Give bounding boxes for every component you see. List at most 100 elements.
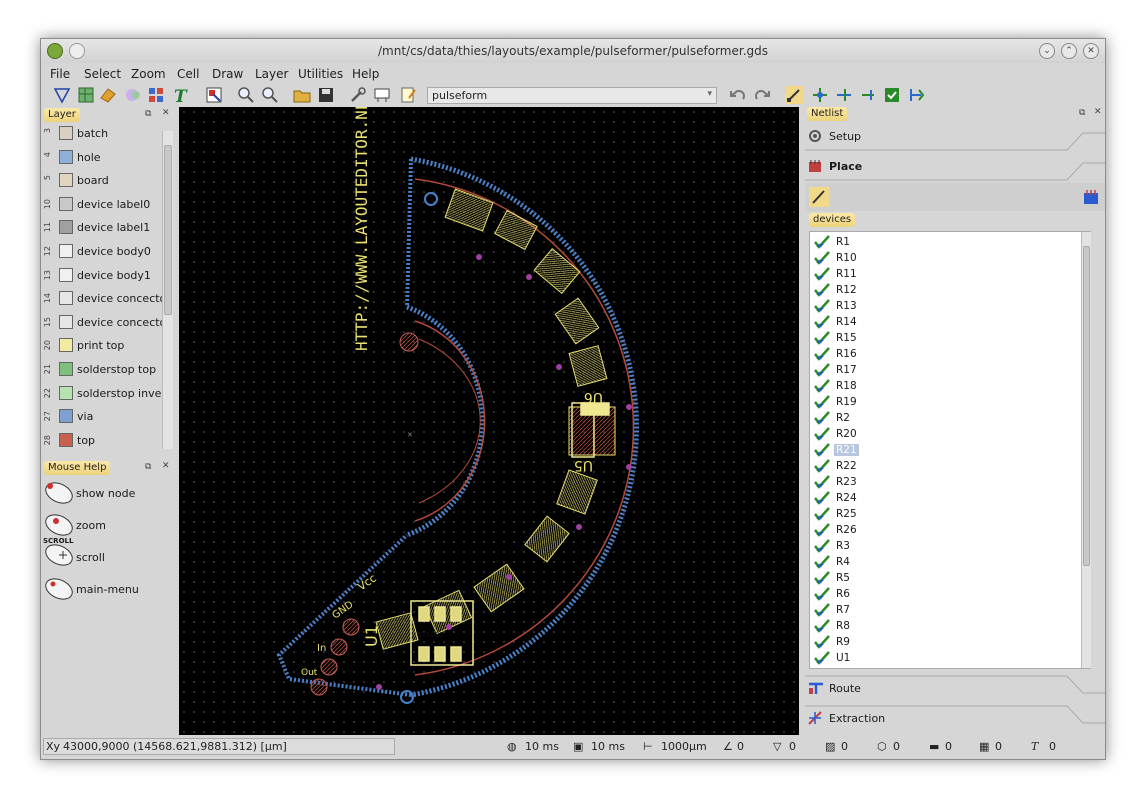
layer-row[interactable]: 15 device concector — [43, 312, 171, 334]
device-item[interactable]: R24 — [810, 490, 1080, 506]
undo-icon[interactable] — [729, 86, 747, 104]
drc-icon[interactable] — [883, 86, 901, 104]
layer-swatch[interactable] — [59, 126, 73, 140]
device-item[interactable]: R12 — [810, 282, 1080, 298]
array-tool-icon[interactable] — [147, 86, 165, 104]
route-mode-icon[interactable] — [811, 86, 829, 104]
menu-zoom[interactable]: Zoom — [131, 67, 166, 81]
circle-tool-icon[interactable] — [123, 86, 141, 104]
notes-icon[interactable] — [399, 86, 417, 104]
layer-swatch[interactable] — [59, 291, 73, 306]
device-list[interactable]: R1 R10 R11 R12 R13 R14 R15 R16 R17 R18 R19 R2 R20 R21… — [809, 231, 1091, 669]
layer-row[interactable]: 20 print top — [43, 335, 171, 357]
macro-icon[interactable] — [373, 86, 391, 104]
layer-swatch[interactable] — [59, 196, 73, 211]
device-item[interactable]: R2 — [810, 410, 1080, 426]
tools-icon[interactable] — [349, 86, 367, 104]
device-item[interactable]: R26 — [810, 522, 1080, 538]
connect-icon[interactable] — [835, 86, 853, 104]
layer-swatch[interactable] — [59, 409, 73, 424]
layer-row[interactable]: 14 device concector — [43, 288, 171, 310]
dock-float-icon[interactable]: ⧉ — [145, 462, 151, 472]
layer-swatch[interactable] — [59, 244, 73, 258]
device-item[interactable]: R18 — [810, 378, 1080, 394]
redo-icon[interactable] — [753, 86, 771, 104]
autoplace-icon[interactable] — [809, 187, 829, 207]
layer-row[interactable]: 22 solderstop invers — [43, 383, 171, 405]
layer-scrollbar[interactable] — [162, 131, 173, 449]
dock-close-icon[interactable]: ✕ — [162, 461, 170, 471]
layer-row[interactable]: 4 hole — [43, 147, 171, 169]
device-item[interactable]: R16 — [810, 346, 1080, 362]
device-item[interactable]: R7 — [810, 602, 1080, 618]
cell-selector[interactable]: pulseform ▾ — [427, 87, 717, 104]
device-item[interactable]: R9 — [810, 634, 1080, 650]
layer-swatch[interactable] — [59, 338, 73, 353]
layer-row[interactable]: 28 top — [43, 430, 171, 452]
device-item[interactable]: R15 — [810, 330, 1080, 346]
device-item[interactable]: R19 — [810, 394, 1080, 410]
device-item[interactable]: R25 — [810, 506, 1080, 522]
device-item[interactable]: R14 — [810, 314, 1080, 330]
device-item[interactable]: R21 — [810, 442, 1080, 458]
layer-row[interactable]: 12 device body0 — [43, 241, 171, 263]
device-item[interactable]: R23 — [810, 474, 1080, 490]
zoom-fit-icon[interactable] — [237, 86, 255, 104]
device-scroll-thumb[interactable] — [1083, 246, 1090, 566]
layer-swatch[interactable] — [59, 267, 73, 282]
layer-swatch[interactable] — [59, 220, 73, 235]
device-item[interactable]: U1 — [810, 650, 1080, 666]
polygon-tool-icon[interactable] — [53, 86, 71, 104]
device-item[interactable]: R13 — [810, 298, 1080, 314]
layer-row[interactable]: 11 device label1 — [43, 217, 171, 239]
save-icon[interactable] — [317, 86, 335, 104]
menu-cell[interactable]: Cell — [177, 67, 199, 81]
layer-swatch[interactable] — [59, 432, 73, 447]
device-item[interactable]: R11 — [810, 266, 1080, 282]
layer-swatch[interactable] — [59, 362, 73, 376]
layer-row[interactable]: 5 board — [43, 170, 171, 192]
layer-swatch[interactable] — [59, 314, 73, 329]
zoom-icon[interactable] — [261, 86, 279, 104]
layout-canvas[interactable]: HTTP://WWW.LAYOUTEDITOR.NET Vcc GND In O… — [179, 107, 799, 735]
menu-draw[interactable]: Draw — [212, 67, 243, 81]
box-tool-icon[interactable] — [77, 86, 95, 104]
layer-swatch[interactable] — [59, 173, 73, 188]
device-item[interactable]: R4 — [810, 554, 1080, 570]
device-scrollbar[interactable] — [1081, 232, 1091, 668]
device-item[interactable]: R5 — [810, 570, 1080, 586]
layer-row[interactable]: 21 solderstop top — [43, 359, 171, 381]
place-device-icon[interactable] — [1081, 187, 1101, 207]
menu-select[interactable]: Select — [84, 67, 121, 81]
close-icon[interactable]: ✕ — [1083, 43, 1099, 59]
path-tool-icon[interactable] — [99, 86, 117, 104]
net-tool-icon[interactable] — [907, 86, 925, 104]
menu-file[interactable]: File — [50, 67, 70, 81]
text-tool-icon[interactable]: T — [171, 86, 189, 104]
cell-ref-icon[interactable] — [205, 86, 223, 104]
maximize-icon[interactable]: ⌃ — [1061, 43, 1077, 59]
device-item[interactable]: R22 — [810, 458, 1080, 474]
device-item[interactable]: R3 — [810, 538, 1080, 554]
layer-row[interactable]: 3 batch — [43, 123, 171, 145]
dock-float-icon[interactable]: ⧉ — [1079, 108, 1085, 118]
layer-row[interactable]: 13 device body1 — [43, 265, 171, 287]
menu-utilities[interactable]: Utilities — [298, 67, 343, 81]
menu-help[interactable]: Help — [352, 67, 379, 81]
device-item[interactable]: R17 — [810, 362, 1080, 378]
device-item[interactable]: R20 — [810, 426, 1080, 442]
menu-layer[interactable]: Layer — [255, 67, 288, 81]
device-item[interactable]: R10 — [810, 250, 1080, 266]
layer-swatch[interactable] — [59, 385, 73, 400]
tab-route[interactable]: Route — [805, 675, 1105, 703]
layer-swatch[interactable] — [59, 149, 73, 164]
layer-row[interactable]: 10 device label0 — [43, 194, 171, 216]
tab-extraction[interactable]: Extraction — [805, 705, 1105, 733]
place-mode-icon[interactable] — [785, 86, 803, 104]
dock-close-icon[interactable]: ✕ — [162, 108, 170, 118]
layer-scroll-thumb[interactable] — [164, 145, 172, 315]
dock-float-icon[interactable]: ⧉ — [145, 109, 151, 119]
device-item[interactable]: R8 — [810, 618, 1080, 634]
minimize-icon[interactable]: ⌄ — [1039, 43, 1055, 59]
tab-place[interactable]: Place — [805, 153, 1105, 181]
